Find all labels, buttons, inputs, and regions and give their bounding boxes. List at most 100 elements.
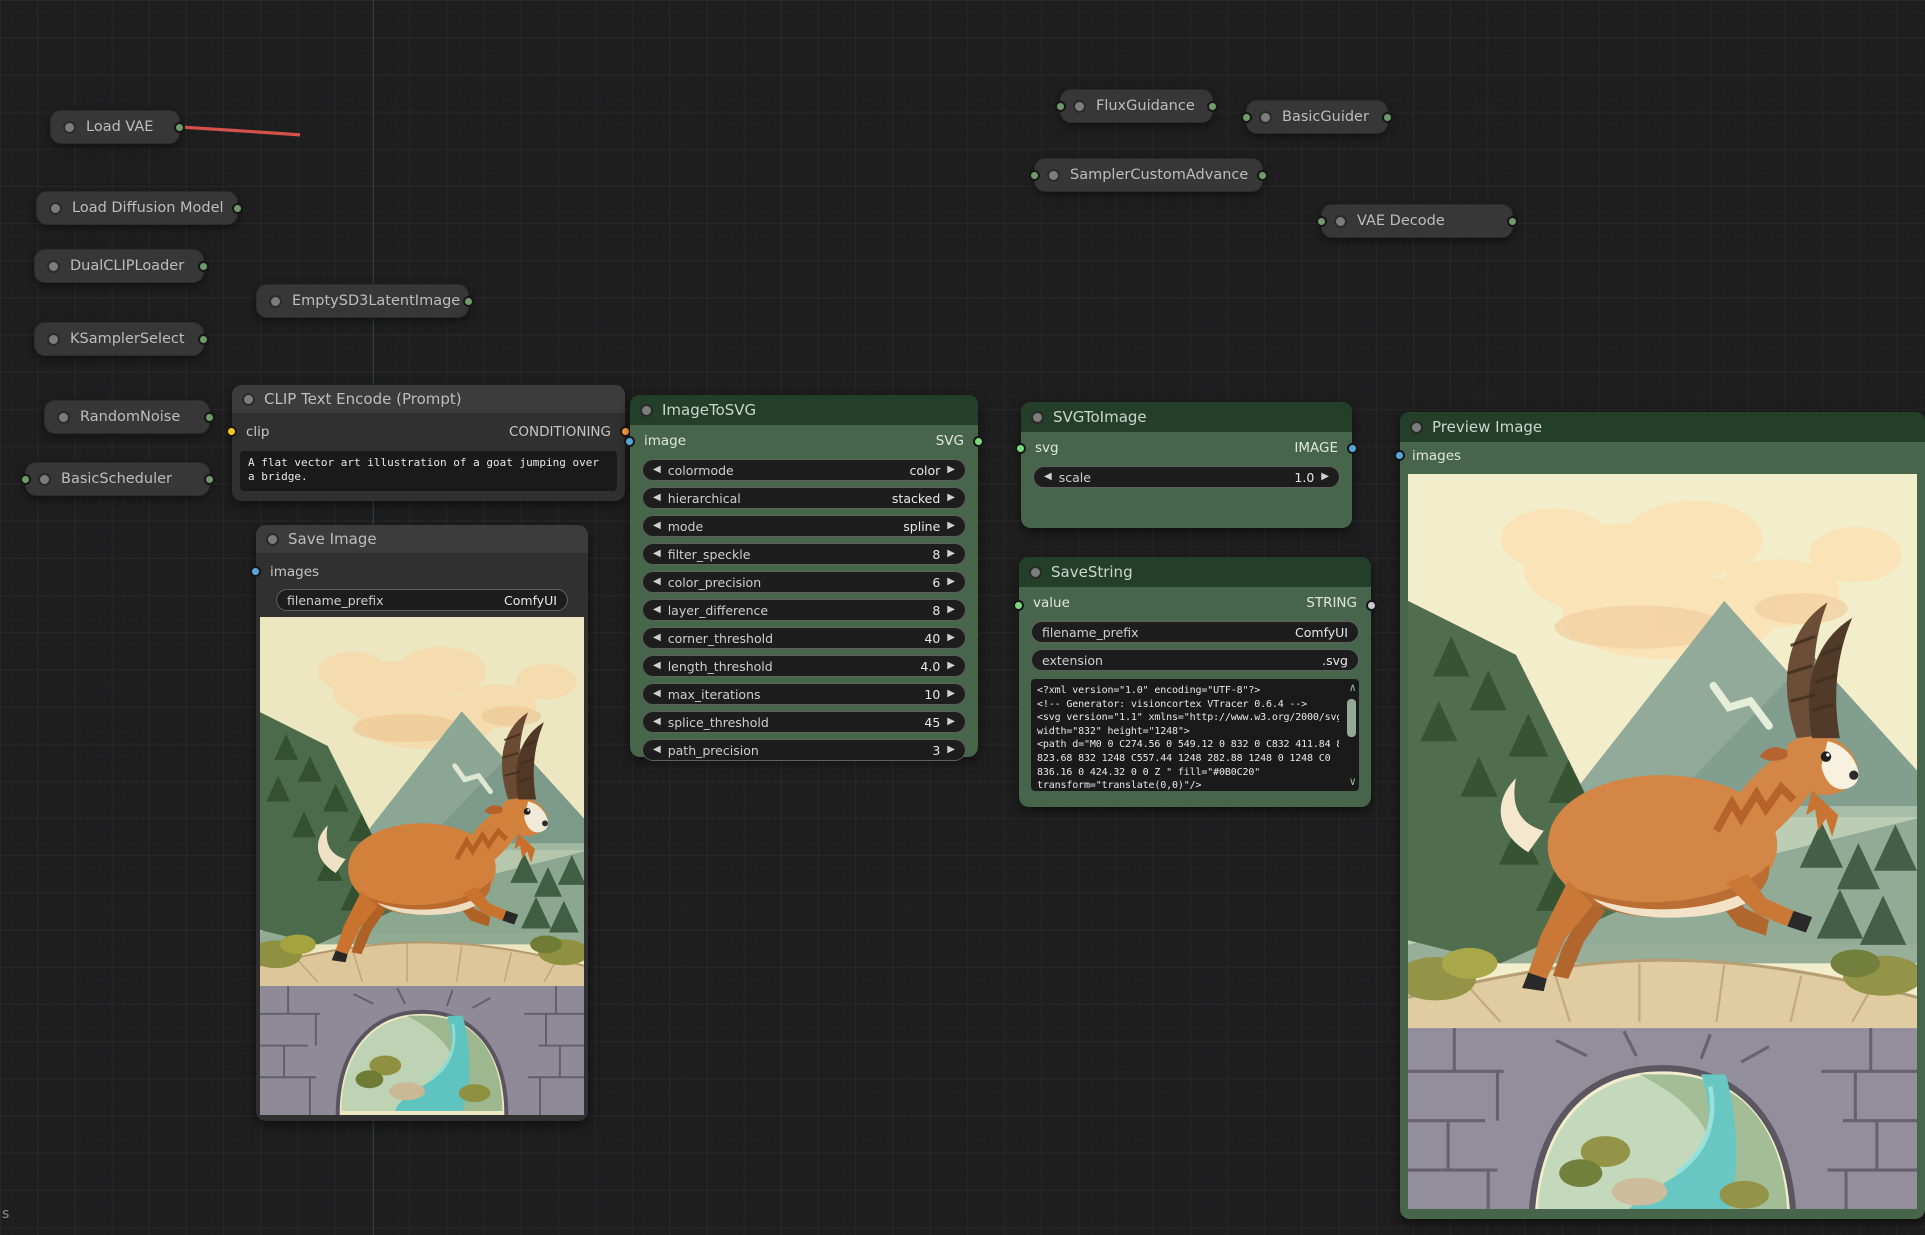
increment-arrow-icon[interactable]: ▶ bbox=[947, 465, 955, 475]
collapse-toggle-icon[interactable] bbox=[1410, 421, 1423, 434]
output-port[interactable] bbox=[198, 261, 209, 272]
scrollbar-thumb[interactable] bbox=[1347, 699, 1356, 737]
output-port[interactable] bbox=[232, 203, 243, 214]
clip-input-port[interactable] bbox=[226, 426, 237, 437]
decrement-arrow-icon[interactable]: ◀ bbox=[653, 521, 661, 531]
collapse-toggle-icon[interactable] bbox=[266, 533, 279, 546]
collapse-toggle-icon[interactable] bbox=[49, 202, 62, 215]
increment-arrow-icon[interactable]: ▶ bbox=[947, 689, 955, 699]
string-output-port[interactable] bbox=[1366, 600, 1377, 611]
increment-arrow-icon[interactable]: ▶ bbox=[947, 745, 955, 755]
increment-arrow-icon[interactable]: ▶ bbox=[947, 549, 955, 559]
collapse-toggle-icon[interactable] bbox=[1047, 169, 1060, 182]
node-dualcliploader[interactable]: DualCLIPLoader bbox=[34, 249, 204, 283]
increment-arrow-icon[interactable]: ▶ bbox=[947, 521, 955, 531]
filename-prefix-widget[interactable]: filename_prefix ComfyUI bbox=[276, 589, 568, 611]
images-input-port[interactable] bbox=[250, 566, 261, 577]
collapse-toggle-icon[interactable] bbox=[640, 404, 653, 417]
node-header[interactable]: Save Image bbox=[256, 525, 588, 553]
output-port[interactable] bbox=[1257, 170, 1268, 181]
increment-arrow-icon[interactable]: ▶ bbox=[947, 661, 955, 671]
node-load-diffusion-model[interactable]: Load Diffusion Model bbox=[36, 191, 238, 225]
node-fluxguidance[interactable]: FluxGuidance bbox=[1060, 89, 1213, 123]
collapse-toggle-icon[interactable] bbox=[47, 333, 60, 346]
output-port[interactable] bbox=[1382, 112, 1393, 123]
increment-arrow-icon[interactable]: ▶ bbox=[947, 493, 955, 503]
node-preview-image[interactable]: Preview Image images bbox=[1400, 412, 1925, 1219]
color-precision-widget[interactable]: ◀ color_precision 6 ▶ bbox=[642, 571, 966, 593]
node-header[interactable]: ImageToSVG bbox=[630, 395, 978, 425]
output-port[interactable] bbox=[204, 412, 215, 423]
collapse-toggle-icon[interactable] bbox=[1334, 215, 1347, 228]
image-output-port[interactable] bbox=[1347, 443, 1358, 454]
increment-arrow-icon[interactable]: ▶ bbox=[947, 717, 955, 727]
node-basicscheduler[interactable]: BasicScheduler bbox=[25, 462, 210, 496]
increment-arrow-icon[interactable]: ▶ bbox=[947, 633, 955, 643]
prompt-textarea[interactable]: A flat vector art illustration of a goat… bbox=[240, 451, 617, 491]
path-precision-widget[interactable]: ◀ path_precision 3 ▶ bbox=[642, 739, 966, 761]
decrement-arrow-icon[interactable]: ◀ bbox=[653, 689, 661, 699]
filename-prefix-widget[interactable]: filename_prefix ComfyUI bbox=[1031, 621, 1359, 643]
collapse-toggle-icon[interactable] bbox=[1029, 566, 1042, 579]
length-threshold-widget[interactable]: ◀ length_threshold 4.0 ▶ bbox=[642, 655, 966, 677]
node-load-vae[interactable]: Load VAE bbox=[50, 110, 180, 144]
increment-arrow-icon[interactable]: ▶ bbox=[1321, 472, 1329, 482]
input-port[interactable] bbox=[1055, 101, 1066, 112]
output-port[interactable] bbox=[174, 122, 185, 133]
corner-threshold-widget[interactable]: ◀ corner_threshold 40 ▶ bbox=[642, 627, 966, 649]
decrement-arrow-icon[interactable]: ◀ bbox=[653, 717, 661, 727]
max-iterations-widget[interactable]: ◀ max_iterations 10 ▶ bbox=[642, 683, 966, 705]
decrement-arrow-icon[interactable]: ◀ bbox=[653, 549, 661, 559]
node-samplercustomadvance[interactable]: SamplerCustomAdvance bbox=[1034, 158, 1263, 192]
scroll-up-icon[interactable]: ∧ bbox=[1349, 683, 1356, 693]
collapse-toggle-icon[interactable] bbox=[38, 473, 51, 486]
collapse-toggle-icon[interactable] bbox=[269, 295, 282, 308]
output-port[interactable] bbox=[198, 334, 209, 345]
image-input-port[interactable] bbox=[624, 436, 635, 447]
collapse-toggle-icon[interactable] bbox=[1073, 100, 1086, 113]
extension-widget[interactable]: extension .svg bbox=[1031, 649, 1359, 671]
node-graph-canvas[interactable]: s bbox=[0, 0, 1925, 1235]
output-port[interactable] bbox=[463, 296, 474, 307]
node-header[interactable]: SVGToImage bbox=[1021, 402, 1352, 432]
splice-threshold-widget[interactable]: ◀ splice_threshold 45 ▶ bbox=[642, 711, 966, 733]
input-port[interactable] bbox=[1316, 216, 1327, 227]
increment-arrow-icon[interactable]: ▶ bbox=[947, 605, 955, 615]
filter-speckle-widget[interactable]: ◀ filter_speckle 8 ▶ bbox=[642, 543, 966, 565]
collapse-toggle-icon[interactable] bbox=[63, 121, 76, 134]
node-svgtoimage[interactable]: SVGToImage svg IMAGE ◀ scale 1.0 ▶ bbox=[1021, 402, 1352, 528]
node-save-image[interactable]: Save Image images filename_prefix ComfyU… bbox=[256, 525, 588, 1121]
increment-arrow-icon[interactable]: ▶ bbox=[947, 577, 955, 587]
images-input-port[interactable] bbox=[1394, 450, 1405, 461]
collapse-toggle-icon[interactable] bbox=[1031, 411, 1044, 424]
decrement-arrow-icon[interactable]: ◀ bbox=[1044, 472, 1052, 482]
node-imagetosvg[interactable]: ImageToSVG image SVG ◀ colormode color ▶… bbox=[630, 395, 978, 757]
mode-widget[interactable]: ◀ mode spline ▶ bbox=[642, 515, 966, 537]
value-input-port[interactable] bbox=[1013, 600, 1024, 611]
output-port[interactable] bbox=[1507, 216, 1518, 227]
colormode-widget[interactable]: ◀ colormode color ▶ bbox=[642, 459, 966, 481]
decrement-arrow-icon[interactable]: ◀ bbox=[653, 661, 661, 671]
output-port[interactable] bbox=[204, 474, 215, 485]
node-vae-decode[interactable]: VAE Decode bbox=[1321, 204, 1513, 238]
input-port[interactable] bbox=[1029, 170, 1040, 181]
node-randomnoise[interactable]: RandomNoise bbox=[44, 400, 210, 434]
output-port[interactable] bbox=[1207, 101, 1218, 112]
node-header[interactable]: Preview Image bbox=[1400, 412, 1925, 442]
collapse-toggle-icon[interactable] bbox=[242, 393, 255, 406]
scroll-down-icon[interactable]: ∨ bbox=[1349, 777, 1356, 787]
node-ksamplerselect[interactable]: KSamplerSelect bbox=[34, 322, 204, 356]
scale-widget[interactable]: ◀ scale 1.0 ▶ bbox=[1033, 466, 1340, 488]
collapse-toggle-icon[interactable] bbox=[1259, 111, 1272, 124]
input-port[interactable] bbox=[20, 474, 31, 485]
decrement-arrow-icon[interactable]: ◀ bbox=[653, 605, 661, 615]
svg-input-port[interactable] bbox=[1015, 443, 1026, 454]
decrement-arrow-icon[interactable]: ◀ bbox=[653, 633, 661, 643]
node-header[interactable]: CLIP Text Encode (Prompt) bbox=[232, 385, 625, 413]
svg-output-port[interactable] bbox=[973, 436, 984, 447]
collapse-toggle-icon[interactable] bbox=[47, 260, 60, 273]
node-header[interactable]: SaveString bbox=[1019, 557, 1371, 587]
svg-source-textarea[interactable]: <?xml version="1.0" encoding="UTF-8"?> <… bbox=[1031, 679, 1359, 791]
decrement-arrow-icon[interactable]: ◀ bbox=[653, 577, 661, 587]
node-savestring[interactable]: SaveString value STRING filename_prefix … bbox=[1019, 557, 1371, 807]
